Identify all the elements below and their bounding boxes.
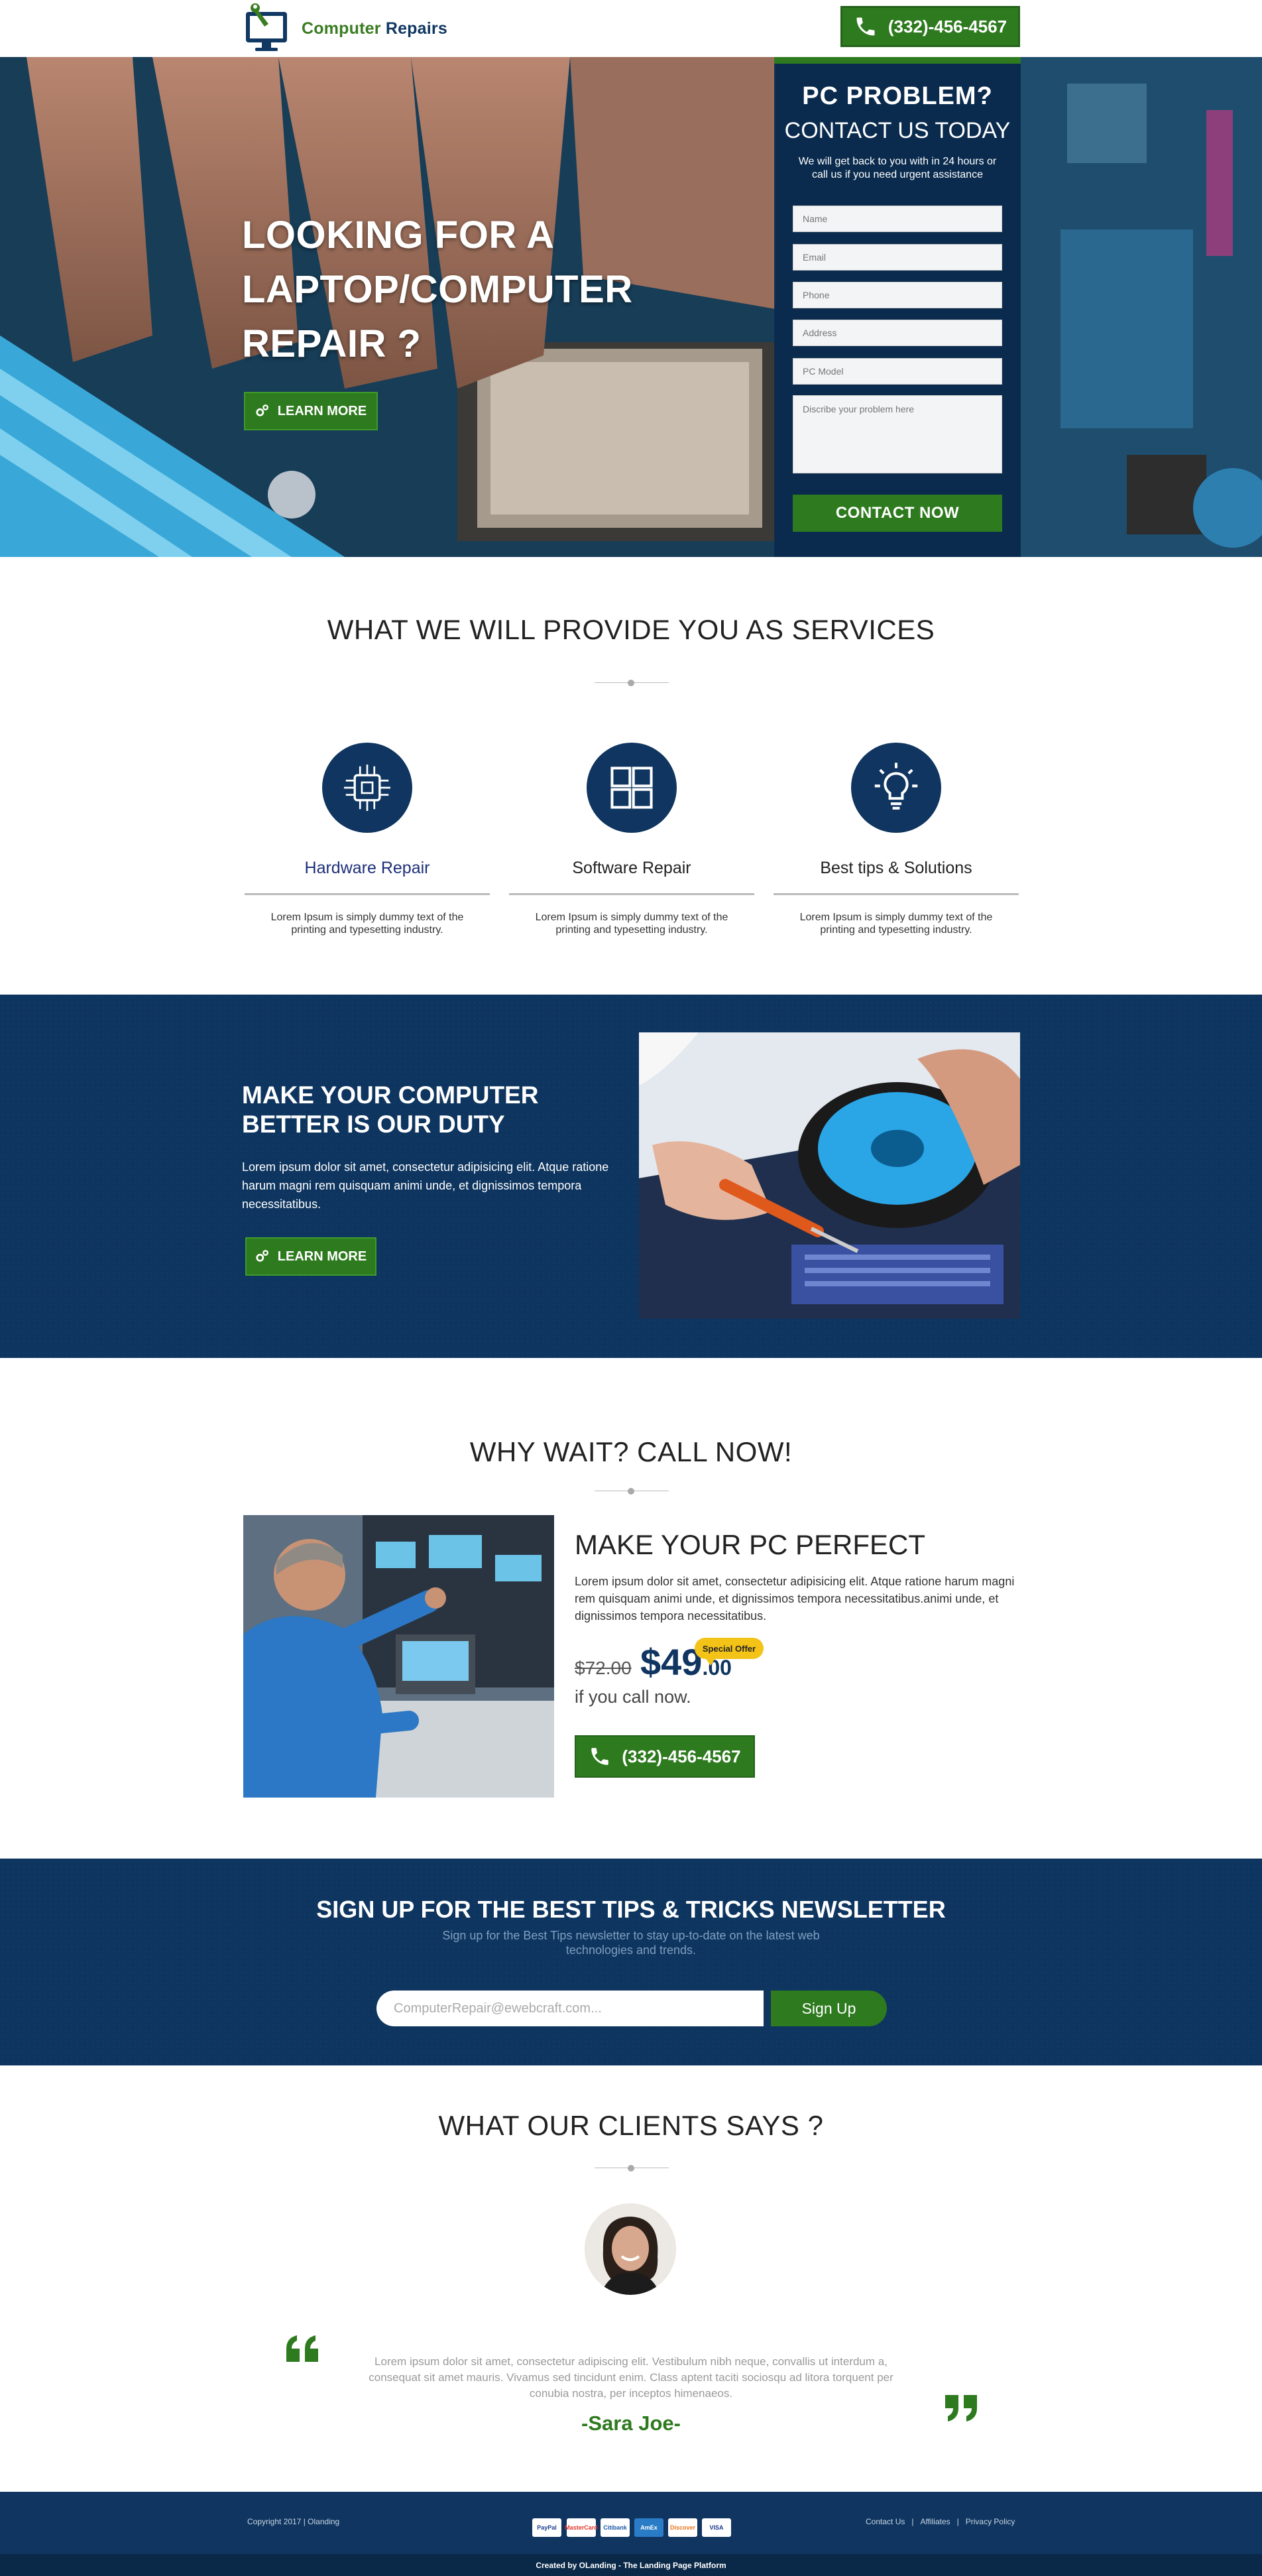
client-avatar: [585, 2203, 676, 2295]
pc-perfect-heading: MAKE YOUR PC PERFECT: [575, 1529, 925, 1560]
problem-textarea[interactable]: Discribe your problem here: [793, 395, 1002, 473]
contact-now-button[interactable]: CONTACT NOW: [793, 495, 1002, 532]
testimonial-text: Lorem ipsum dolor sit amet, consectetur …: [369, 2355, 893, 2400]
services-title: WHAT WE WILL PROVIDE YOU AS SERVICES: [327, 614, 935, 645]
pc-model-field[interactable]: PC Model: [793, 358, 1002, 385]
landing-page: Computer Repairs (332)-456-4567 LOOKING …: [0, 0, 1262, 2576]
testimonial-name: -Sara Joe-: [581, 2412, 681, 2435]
technician-image: [243, 1515, 554, 1798]
logo-word-computer: Computer: [302, 19, 381, 38]
old-price: $72.00: [575, 1658, 632, 1678]
paypal-icon: PayPal: [532, 2518, 561, 2537]
hero-learn-more-button[interactable]: LEARN MORE: [244, 392, 378, 430]
footer-links: Contact Us | Affiliates | Privacy Policy: [866, 2517, 1015, 2526]
call-subtext: if you call now.: [575, 1687, 691, 1707]
newsletter-subtitle: Sign up for the Best Tips newsletter to …: [442, 1929, 820, 1957]
gears-icon: [256, 1250, 268, 1262]
call-now-button[interactable]: (332)-456-4567: [575, 1735, 755, 1778]
hero-learn-more-label: LEARN MORE: [277, 403, 367, 418]
special-offer-badge: Special Offer: [695, 1638, 764, 1666]
duty-learn-more-button[interactable]: LEARN MORE: [245, 1237, 376, 1276]
pc-perfect-text: Lorem ipsum dolor sit amet, consectetur …: [575, 1575, 1015, 1623]
chip-icon: [322, 743, 412, 833]
footer-link-privacy[interactable]: Privacy Policy: [966, 2517, 1015, 2526]
service-underline: [509, 893, 754, 895]
section-divider: [595, 2164, 669, 2172]
header-phone-button[interactable]: (332)-456-4567: [840, 6, 1020, 47]
form-subheading: CONTACT US TODAY: [784, 118, 1011, 143]
service-title: Best tips & Solutions: [820, 859, 972, 877]
newsletter-title: SIGN UP FOR THE BEST TIPS & TRICKS NEWSL…: [316, 1896, 946, 1923]
hero-title: LOOKING FOR A LAPTOP/COMPUTER REPAIR ?: [242, 214, 633, 365]
new-price-main: $49: [640, 1641, 703, 1683]
contact-form: PC PROBLEM? CONTACT US TODAY We will get…: [774, 57, 1021, 557]
email-field[interactable]: Email: [793, 244, 1002, 271]
duty-title: MAKE YOUR COMPUTER BETTER IS OUR DUTY: [242, 1081, 539, 1138]
footer-copyright: Copyright 2017 | Olanding: [247, 2517, 340, 2526]
logo-text: Computer Repairs: [302, 19, 447, 38]
sign-up-button[interactable]: Sign Up: [771, 1991, 887, 2026]
citibank-icon: Citibank: [601, 2518, 630, 2537]
callnow-title: WHY WAIT? CALL NOW!: [469, 1436, 793, 1467]
service-description: Lorem Ipsum is simply dummy text of the …: [799, 912, 993, 936]
service-title: Hardware Repair: [304, 859, 430, 877]
service-description: Lorem Ipsum is simply dummy text of the …: [270, 912, 464, 936]
service-title: Software Repair: [572, 859, 691, 877]
footer-link-affiliates[interactable]: Affiliates: [920, 2517, 950, 2526]
site-footer: [0, 2492, 1262, 2554]
testimonials-title: WHAT OUR CLIENTS SAYS ?: [438, 2110, 824, 2141]
phone-icon: [591, 1748, 609, 1765]
service-description: Lorem Ipsum is simply dummy text of the …: [535, 912, 728, 936]
logo[interactable]: Computer Repairs: [242, 3, 447, 54]
form-heading: PC PROBLEM?: [802, 82, 993, 110]
section-divider: [595, 1487, 669, 1495]
discover-icon: Discover: [668, 2518, 697, 2537]
lightbulb-icon: [851, 743, 941, 833]
site-header: Computer Repairs (332)-456-4567: [0, 0, 1262, 57]
phone-field[interactable]: Phone: [793, 282, 1002, 308]
call-now-number: (332)-456-4567: [622, 1746, 741, 1766]
footer-link-contact[interactable]: Contact Us: [866, 2517, 905, 2526]
service-underline: [774, 893, 1019, 895]
windows-icon: [587, 743, 677, 833]
newsletter-section: [0, 1859, 1262, 2065]
wrench-monitor-icon: [242, 3, 294, 54]
gears-icon: [256, 404, 268, 416]
duty-text: Lorem ipsum dolor sit amet, consectetur …: [242, 1160, 609, 1211]
hero-section: LOOKING FOR A LAPTOP/COMPUTER REPAIR ? L…: [0, 57, 1262, 557]
name-field[interactable]: Name: [793, 206, 1002, 232]
footer-credit[interactable]: Created by OLanding - The Landing Page P…: [536, 2561, 726, 2570]
mastercard-icon: MasterCard: [565, 2518, 598, 2537]
header-phone-number: (332)-456-4567: [888, 16, 1007, 36]
form-note: We will get back to you with in 24 hours…: [798, 156, 997, 180]
logo-word-repairs: Repairs: [385, 19, 447, 38]
address-field[interactable]: Address: [793, 320, 1002, 346]
open-quote-icon: [286, 2335, 321, 2362]
phone-icon: [856, 17, 875, 36]
footer-link-separator: |: [911, 2517, 914, 2526]
section-divider: [595, 679, 669, 687]
footer-link-separator: |: [956, 2517, 959, 2526]
newsletter-email-input[interactable]: ComputerRepair@ewebcraft.com...: [376, 1991, 764, 2026]
footer-credit-bar: Created by OLanding - The Landing Page P…: [0, 2554, 1262, 2576]
cpu-fan-repair-image: [639, 1032, 1020, 1319]
visa-icon: VISA: [702, 2518, 731, 2537]
duty-learn-more-label: LEARN MORE: [277, 1249, 367, 1264]
duty-section: [0, 995, 1262, 1358]
amex-icon: AmEx: [634, 2518, 663, 2537]
service-underline: [245, 893, 490, 895]
